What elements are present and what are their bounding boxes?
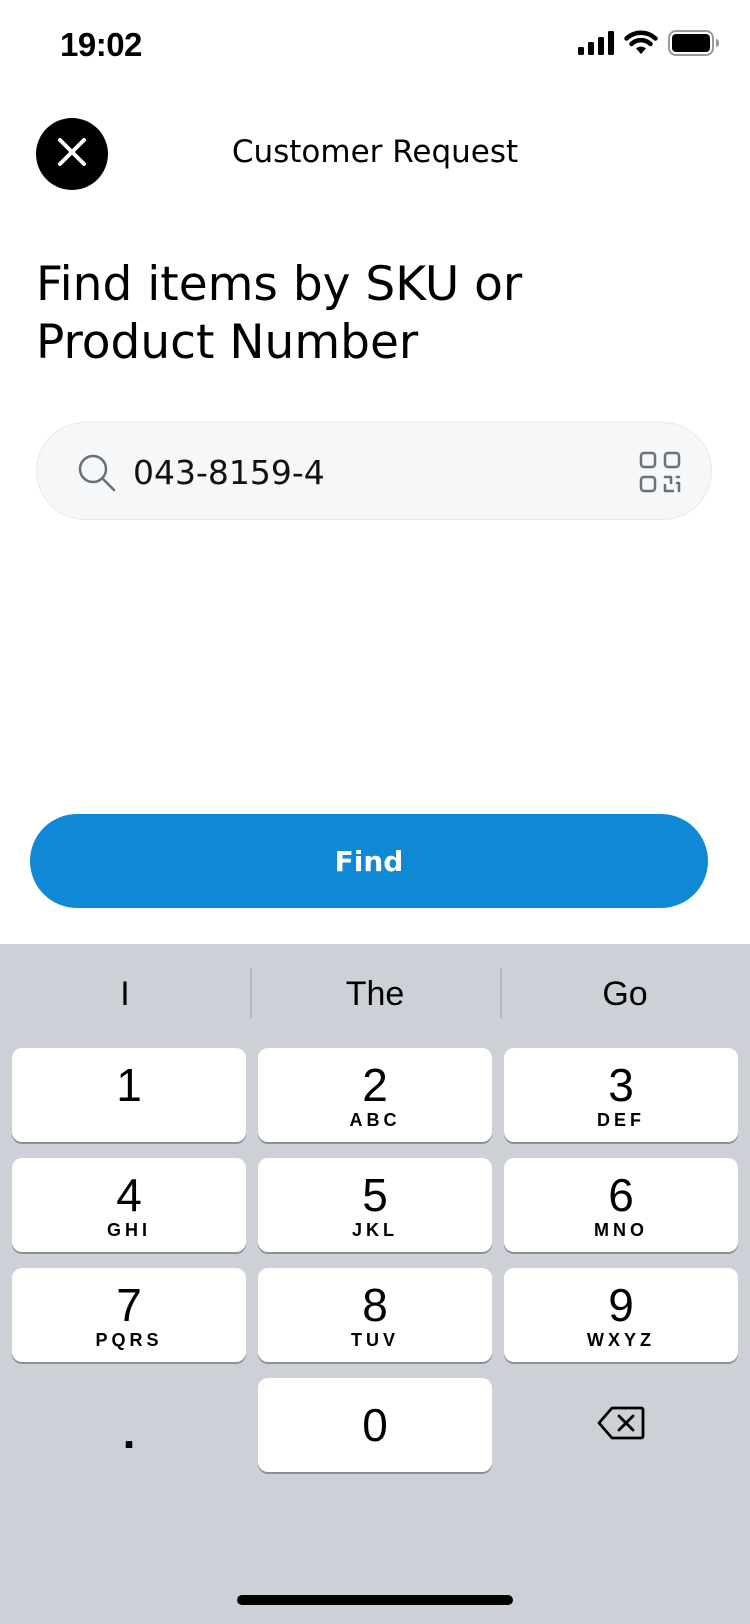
key-digit: 1 — [116, 1059, 142, 1111]
key-digit: 8 — [362, 1279, 388, 1331]
key-0[interactable]: 0 — [258, 1378, 492, 1472]
page-title-line-2: Product Number — [36, 315, 419, 370]
key-dot[interactable]: . — [12, 1378, 246, 1472]
key-digit: 0 — [362, 1399, 388, 1451]
delete-key[interactable] — [504, 1378, 738, 1472]
page-title-line-1: Find items by SKU or — [36, 257, 523, 312]
search-icon — [77, 453, 117, 497]
key-1[interactable]: 1 — [12, 1048, 246, 1142]
status-bar: 19:02 — [0, 0, 750, 96]
key-9[interactable]: 9 WXYZ — [504, 1268, 738, 1362]
keyboard-suggestions: I The Go — [0, 944, 750, 1044]
key-7[interactable]: 7 PQRS — [12, 1268, 246, 1362]
home-indicator — [237, 1595, 513, 1605]
key-digit: 7 — [116, 1279, 142, 1331]
status-icons — [578, 30, 720, 60]
key-letters: GHI — [106, 1220, 151, 1240]
suggestion-item[interactable]: The — [250, 944, 500, 1044]
key-digit: 9 — [608, 1279, 634, 1331]
key-letters: ABC — [349, 1110, 401, 1130]
suggestion-item[interactable]: Go — [500, 944, 750, 1044]
sku-search-input[interactable] — [133, 445, 613, 499]
wifi-icon — [624, 30, 658, 60]
key-letters: JKL — [351, 1220, 398, 1240]
header: Customer Request — [0, 110, 750, 200]
backspace-icon — [597, 1406, 645, 1444]
key-5[interactable]: 5 JKL — [258, 1158, 492, 1252]
key-digit: 3 — [608, 1059, 634, 1111]
key-digit: 6 — [608, 1169, 634, 1221]
page-title: Find items by SKU or Product Number — [36, 256, 716, 372]
key-digit: 2 — [362, 1059, 388, 1111]
key-4[interactable]: 4 GHI — [12, 1158, 246, 1252]
key-3[interactable]: 3 DEF — [504, 1048, 738, 1142]
key-letters: TUV — [351, 1330, 399, 1350]
battery-icon — [668, 30, 720, 60]
status-time: 19:02 — [60, 26, 142, 63]
key-letters: DEF — [597, 1110, 645, 1130]
key-2[interactable]: 2 ABC — [258, 1048, 492, 1142]
key-digit: 5 — [362, 1169, 388, 1221]
key-6[interactable]: 6 MNO — [504, 1158, 738, 1252]
key-8[interactable]: 8 TUV — [258, 1268, 492, 1362]
qr-code-icon[interactable] — [639, 451, 681, 497]
key-letters: MNO — [594, 1220, 648, 1240]
find-button[interactable]: Find — [30, 814, 708, 908]
numeric-keyboard: I The Go 1 2 ABC 3 DEF 4 GHI 5 JKL 6 MNO… — [0, 944, 750, 1624]
key-digit: 4 — [116, 1169, 142, 1221]
dot-label: . — [122, 1406, 136, 1458]
suggestion-item[interactable]: I — [0, 944, 250, 1044]
header-title: Customer Request — [231, 134, 519, 170]
signal-icon — [578, 31, 614, 59]
key-letters: WXYZ — [587, 1330, 655, 1350]
search-box[interactable] — [36, 422, 712, 520]
key-letters: PQRS — [95, 1330, 163, 1350]
